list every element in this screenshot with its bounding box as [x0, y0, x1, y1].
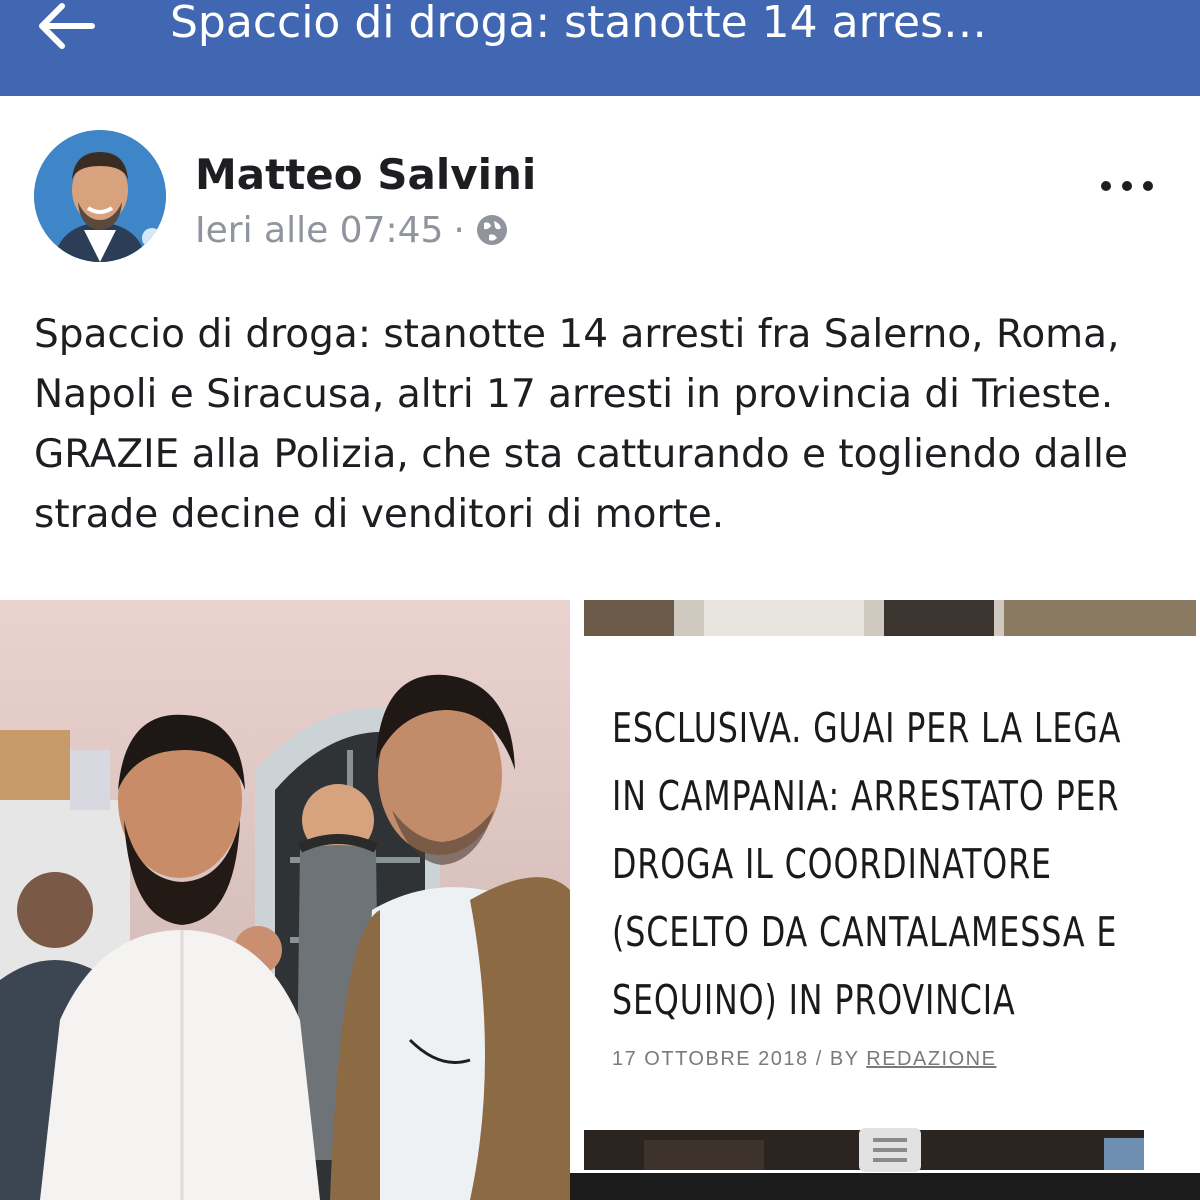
post-photo[interactable] [0, 600, 570, 1200]
profile-photo [34, 130, 166, 262]
app-header: Spaccio di droga: stanotte 14 arres… [0, 0, 1200, 96]
post-screen: Spaccio di droga: stanotte 14 arres… Mat… [0, 0, 1200, 1200]
meta-separator: · [453, 209, 465, 251]
globe-icon [476, 215, 507, 245]
author-name[interactable]: Matteo Salvini [195, 150, 536, 199]
post-text: Spaccio di droga: stanotte 14 arresti fr… [34, 312, 1128, 537]
arrow-left-icon [39, 3, 95, 49]
more-options-button[interactable] [1092, 166, 1162, 206]
article-meta: 17 OTTOBRE 2018 / BY REDAZIONE [612, 1048, 996, 1071]
article-meta-separator: / [815, 1048, 823, 1070]
post-meta: Ieri alle 07:45 · [195, 208, 509, 252]
article-top-image-strip [584, 600, 1196, 636]
article-top-image [584, 600, 1196, 636]
article-preview[interactable]: ESCLUSIVA. GUAI PER LA LEGA IN CAMPANIA:… [570, 600, 1200, 1200]
article-headline[interactable]: ESCLUSIVA. GUAI PER LA LEGA IN CAMPANIA:… [612, 694, 1162, 1034]
page-title: Spaccio di droga: stanotte 14 arres… [170, 0, 988, 48]
more-horizontal-icon [1101, 181, 1153, 191]
avatar[interactable] [34, 130, 166, 262]
menu-icon [859, 1128, 921, 1172]
article-date: 17 OTTOBRE 2018 [612, 1048, 809, 1070]
article-author-link[interactable]: REDAZIONE [866, 1048, 996, 1070]
back-button[interactable] [30, 0, 102, 56]
people-photo [0, 600, 570, 1200]
article-by-label: BY [829, 1048, 860, 1070]
post-timestamp[interactable]: Ieri alle 07:45 [195, 210, 443, 251]
menu-button[interactable] [855, 1120, 925, 1180]
